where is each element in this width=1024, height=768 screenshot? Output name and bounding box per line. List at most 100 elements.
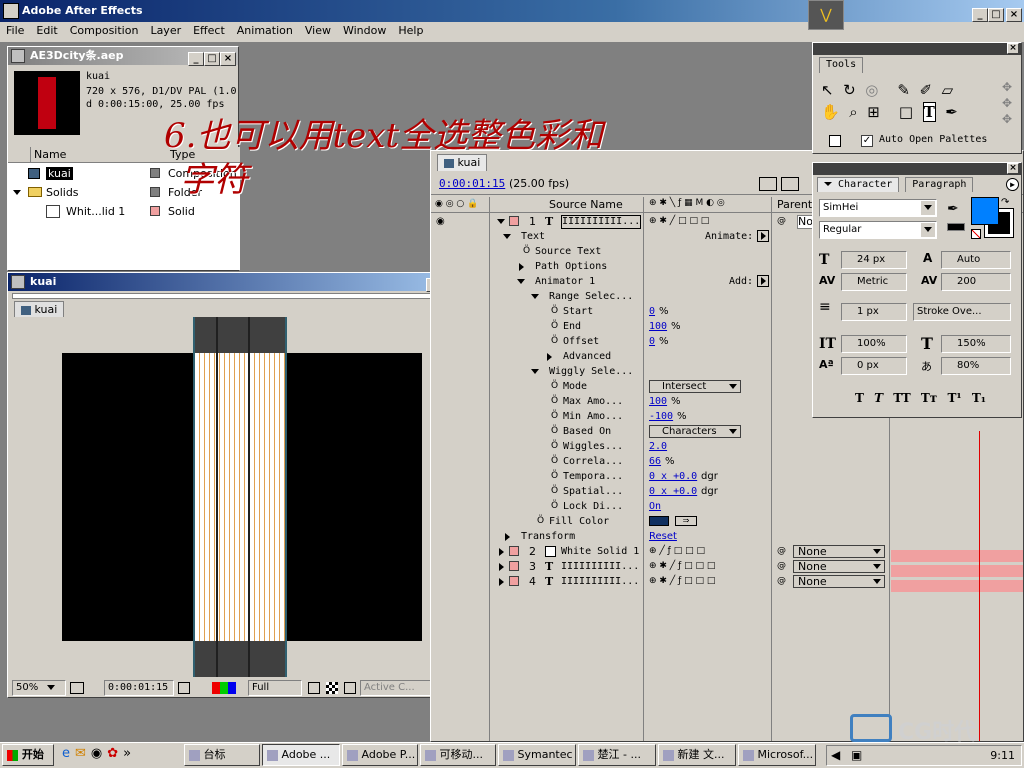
project-maximize-button[interactable]: □ [204, 52, 220, 66]
start-button[interactable]: 开始 [2, 744, 54, 766]
eyedropper-small-icon[interactable]: ⇒ [675, 516, 697, 526]
layer-switches[interactable]: ⊕ ✱ ╱ ƒ □ □ □ [649, 559, 715, 574]
property-value[interactable]: 2.0 [649, 439, 667, 454]
col-parent[interactable]: Parent [777, 198, 812, 211]
visibility-eye-icon[interactable]: ◉ [436, 214, 445, 229]
transform-reset-link[interactable]: Reset [649, 529, 677, 544]
layer-name[interactable]: IIIIIIIIII... [561, 215, 641, 229]
menu-layer[interactable]: Layer [144, 22, 187, 40]
auto-open-checkbox[interactable]: ✓ [861, 135, 873, 147]
property-value[interactable]: 0 x +0.0 [649, 469, 697, 484]
snapshot-icon[interactable] [70, 682, 84, 694]
layer-switches[interactable]: ⊕ ✱ ╱ □ □ □ [649, 214, 709, 229]
taskbar-button[interactable]: Symantec A... [498, 744, 576, 766]
vertical-scale-field[interactable]: 100% [841, 335, 907, 353]
channels-icon[interactable] [212, 682, 236, 694]
stroke-mode-dropdown[interactable]: Stroke Ove... [913, 303, 1011, 321]
subscript-icon[interactable]: T₁ [972, 391, 986, 405]
project-col-name[interactable]: Name [30, 147, 148, 162]
stopwatch-icon[interactable]: Ö [551, 379, 558, 394]
brush-tool-icon[interactable]: ✎ [897, 81, 910, 99]
hand-tool-icon[interactable]: ✋ [821, 103, 840, 121]
font-style-dropdown[interactable]: Regular [819, 221, 937, 239]
taskbar-button[interactable]: Microsof... [738, 744, 816, 766]
property-row[interactable]: Ö Correla... 66% [431, 454, 891, 469]
property-row[interactable]: Ö Wiggles... 2.0 [431, 439, 891, 454]
stopwatch-icon[interactable]: Ö [551, 454, 558, 469]
property-row[interactable]: Transform Reset [431, 529, 891, 544]
parent-dropdown[interactable]: None [793, 560, 885, 573]
clone-tool-icon[interactable]: ✐ [920, 81, 933, 99]
tools-nudge-icon[interactable]: ✥ ✥ ✥ [999, 79, 1015, 129]
pan-behind-icon[interactable]: ⊞ [867, 103, 880, 121]
mask-tool-icon[interactable]: □ [899, 103, 913, 121]
stroke-width-field[interactable]: 1 px [841, 303, 907, 321]
parent-dropdown[interactable]: None [793, 545, 885, 558]
ie-icon[interactable]: e [62, 746, 75, 761]
font-size-field[interactable]: 24 px [841, 251, 907, 269]
stopwatch-icon[interactable]: Ö [551, 469, 558, 484]
pen-tool-icon[interactable]: ✒ [945, 103, 958, 121]
small-caps-icon[interactable]: Tт [921, 391, 937, 405]
menu-effect[interactable]: Effect [187, 22, 231, 40]
collapsed-arrow-icon[interactable] [499, 563, 504, 571]
property-value[interactable]: 66 [649, 454, 661, 469]
layer-row[interactable]: 3 T IIIIIIIIII... ⊕ ✱ ╱ ƒ □ □ □ @ None [431, 559, 891, 574]
orbit-camera-icon[interactable]: ◎ [865, 81, 878, 99]
collapsed-arrow-icon[interactable] [547, 353, 552, 361]
property-dropdown[interactable]: Characters [649, 425, 741, 438]
region-icon[interactable] [308, 682, 320, 694]
parent-pickwhip-icon[interactable]: @ [777, 214, 786, 229]
collapsed-arrow-icon[interactable] [499, 548, 504, 556]
fill-color-value-swatch[interactable] [649, 516, 669, 526]
resolution-dropdown[interactable]: Full [248, 680, 302, 696]
taskbar-button[interactable]: 台标 [184, 744, 260, 766]
comp-time-ruler[interactable] [12, 293, 462, 299]
stopwatch-icon[interactable]: Ö [551, 409, 558, 424]
layer-row[interactable]: 2 White Solid 1 ⊕ ╱ ƒ □ □ □ @ None [431, 544, 891, 559]
layer-name[interactable]: IIIIIIIIII... [561, 574, 641, 589]
minimize-button[interactable]: _ [972, 8, 988, 22]
menu-window[interactable]: Window [337, 22, 392, 40]
comp-viewer[interactable] [12, 317, 468, 677]
network-icon[interactable]: ▣ [851, 748, 862, 762]
clock[interactable]: 9:11 [990, 749, 1015, 762]
stopwatch-icon[interactable]: Ö [523, 244, 530, 259]
email-icon[interactable]: ✉ [75, 746, 91, 761]
taskbar-button[interactable]: 可移动... [420, 744, 496, 766]
property-row[interactable]: Ö Tempora... 0 x +0.0 dgr [431, 469, 891, 484]
transparency-grid-icon[interactable] [326, 682, 338, 694]
parent-dropdown[interactable]: None [793, 575, 885, 588]
faux-bold-icon[interactable]: T [855, 391, 864, 405]
superscript-icon[interactable]: T¹ [947, 391, 961, 405]
eyedropper-icon[interactable]: ✒ [947, 201, 959, 217]
selection-tool-icon[interactable]: ↖ [821, 81, 834, 99]
collapse-arrow-icon[interactable] [497, 219, 505, 224]
volume-icon[interactable]: ◀ [831, 748, 840, 762]
property-row[interactable]: Ö Spatial... 0 x +0.0 dgr [431, 484, 891, 499]
project-item-solid[interactable]: Whit...lid 1 Solid [8, 204, 240, 219]
layer-name[interactable]: IIIIIIIIII... [561, 559, 641, 574]
project-close-button[interactable]: × [220, 52, 236, 66]
project-minimize-button[interactable]: _ [188, 52, 204, 66]
baseline-shift-field[interactable]: 0 px [841, 357, 907, 375]
menu-view[interactable]: View [299, 22, 337, 40]
stopwatch-icon[interactable]: Ö [551, 439, 558, 454]
kerning-field[interactable]: Metric [841, 273, 907, 291]
parent-pickwhip-icon[interactable]: @ [777, 544, 786, 559]
taskbar-button[interactable]: 楚江 - ... [578, 744, 656, 766]
parent-pickwhip-icon[interactable]: @ [777, 559, 786, 574]
swatch-black[interactable] [947, 223, 965, 231]
close-button[interactable]: × [1006, 8, 1022, 22]
current-time-indicator[interactable] [979, 431, 980, 741]
property-dropdown[interactable]: Intersect [649, 380, 741, 393]
tools-tab[interactable]: Tools [819, 57, 864, 73]
collapsed-arrow-icon[interactable] [519, 263, 524, 271]
menu-help[interactable]: Help [392, 22, 429, 40]
eraser-tool-icon[interactable]: ▱ [942, 81, 954, 99]
collapsed-arrow-icon[interactable] [499, 578, 504, 586]
expand-arrow-icon[interactable] [531, 369, 539, 374]
stopwatch-icon[interactable]: Ö [551, 334, 558, 349]
fill-color-swatch[interactable] [971, 197, 999, 225]
menu-composition[interactable]: Composition [64, 22, 145, 40]
